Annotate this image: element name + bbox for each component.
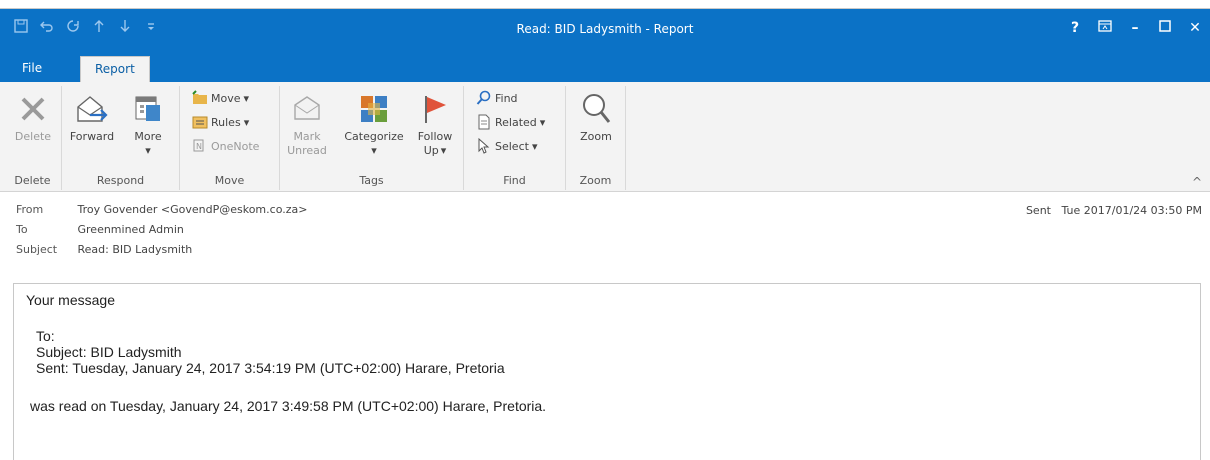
body-subject: Subject: BID Ladysmith [36, 344, 182, 360]
to-label: To [16, 223, 28, 236]
svg-text:N: N [196, 142, 202, 151]
from-value[interactable]: Troy Govender <GovendP@eskom.co.za> [78, 203, 308, 216]
related-button-label: Related [495, 115, 537, 129]
follow-up-label-1: Follow [417, 130, 453, 143]
close-icon[interactable]: ✕ [1180, 17, 1210, 39]
sent-row: Sent Tue 2017/01/24 03:50 PM [1026, 204, 1202, 217]
follow-up-dropdown-icon: ▾ [440, 144, 447, 157]
find-button-label: Find [495, 91, 518, 105]
select-button-label: Select [495, 139, 529, 153]
tab-file[interactable]: File [8, 56, 56, 82]
body-read-confirmation: was read on Tuesday, January 24, 2017 3:… [30, 398, 547, 414]
from-label: From [16, 203, 44, 216]
group-find: Find Related ▾ Select ▾ Find [464, 86, 566, 190]
group-label-tags: Tags [359, 174, 384, 187]
group-tags: Mark Unread Categorize ▾ Follow Up ▾ Tag… [280, 86, 464, 190]
forward-button[interactable]: Forward [66, 88, 118, 144]
group-label-move: Move [214, 174, 245, 187]
message-body[interactable]: Your message To: Subject: BID Ladysmith … [13, 283, 1201, 460]
group-zoom: Zoom Zoom [566, 86, 626, 190]
move-folder-icon [192, 90, 208, 106]
rules-dropdown-icon: ▾ [243, 115, 250, 129]
forward-button-label: Forward [69, 130, 115, 143]
mark-unread-button[interactable]: Mark Unread [284, 88, 330, 158]
flag-icon [412, 88, 458, 130]
follow-up-label-2: Up [423, 144, 439, 157]
rules-button[interactable]: Rules ▾ [192, 112, 249, 132]
categorize-button[interactable]: Categorize ▾ [338, 88, 410, 158]
group-respond: Forward More ▾ Respond [62, 86, 180, 190]
window-controls: ? – ✕ [1060, 17, 1210, 39]
onenote-button-label: OneNote [211, 139, 260, 153]
sent-value: Tue 2017/01/24 03:50 PM [1061, 204, 1202, 217]
rules-icon [192, 114, 208, 130]
forward-mail-icon [66, 88, 118, 130]
rules-button-label: Rules [211, 115, 241, 129]
zoom-icon [570, 88, 622, 130]
onenote-icon: N [192, 138, 208, 154]
move-dropdown-icon: ▾ [243, 91, 250, 105]
ribbon: Delete Delete Forward More ▾ Respond Mov… [0, 82, 1210, 192]
move-button-label: Move [211, 91, 241, 105]
categorize-button-label: Categorize [344, 130, 404, 143]
from-row: From Troy Govender <GovendP@eskom.co.za> [16, 202, 307, 218]
zoom-button-label: Zoom [580, 130, 612, 143]
body-to: To: [36, 328, 55, 344]
to-value[interactable]: Greenmined Admin [78, 223, 184, 236]
title-bar: Read: BID Ladysmith - Report ? – ✕ [0, 9, 1210, 57]
categorize-dropdown-icon: ▾ [371, 144, 377, 157]
to-row: To Greenmined Admin [16, 222, 184, 238]
find-button[interactable]: Find [476, 88, 518, 108]
more-respond-icon [122, 88, 174, 130]
group-label-respond: Respond [96, 174, 145, 187]
onenote-button[interactable]: N OneNote [192, 136, 259, 156]
move-button[interactable]: Move ▾ [192, 88, 249, 108]
zoom-button[interactable]: Zoom [570, 88, 622, 144]
mark-unread-label-1: Mark [293, 130, 321, 143]
window-title: Read: BID Ladysmith - Report [516, 22, 694, 36]
delete-x-icon [6, 88, 60, 130]
subject-label: Subject [16, 243, 58, 256]
more-button[interactable]: More ▾ [122, 88, 174, 158]
sent-label: Sent [1025, 204, 1051, 217]
subject-value: Read: BID Ladysmith [77, 243, 193, 256]
body-sent: Sent: Tuesday, January 24, 2017 3:54:19 … [36, 360, 505, 376]
select-button[interactable]: Select ▾ [476, 136, 537, 156]
group-move: Move ▾ Rules ▾ N OneNote Move [180, 86, 280, 190]
more-dropdown-icon: ▾ [145, 144, 151, 157]
minimize-icon[interactable]: – [1120, 17, 1150, 39]
ribbon-tabs: File Report [0, 56, 1210, 83]
group-label-delete: Delete [14, 174, 51, 187]
delete-button[interactable]: Delete [6, 88, 60, 144]
subject-row: Subject Read: BID Ladysmith [16, 242, 192, 258]
delete-button-label: Delete [14, 130, 52, 143]
related-icon [476, 114, 492, 130]
help-icon[interactable]: ? [1060, 17, 1090, 39]
categorize-icon [338, 88, 410, 130]
mark-unread-label-2: Unread [287, 144, 327, 157]
follow-up-button[interactable]: Follow Up ▾ [412, 88, 458, 158]
window-top-border [0, 0, 1210, 9]
follow-up-line-2: Up ▾ [412, 144, 458, 158]
cursor-icon [476, 137, 492, 154]
tab-report[interactable]: Report [80, 56, 150, 83]
search-icon [476, 90, 492, 106]
select-dropdown-icon: ▾ [531, 139, 538, 153]
related-button[interactable]: Related ▾ [476, 112, 545, 132]
group-label-find: Find [503, 174, 526, 187]
more-button-label: More [134, 130, 162, 143]
maximize-icon[interactable] [1150, 17, 1180, 39]
ribbon-display-icon[interactable] [1090, 17, 1120, 39]
message-header: From Troy Govender <GovendP@eskom.co.za>… [0, 198, 1210, 268]
body-intro: Your message [26, 292, 115, 308]
group-delete: Delete Delete [4, 86, 62, 190]
mark-unread-icon [284, 88, 330, 130]
related-dropdown-icon: ▾ [539, 115, 546, 129]
group-label-zoom: Zoom [579, 174, 612, 187]
collapse-ribbon-icon[interactable]: ^ [1192, 175, 1202, 189]
